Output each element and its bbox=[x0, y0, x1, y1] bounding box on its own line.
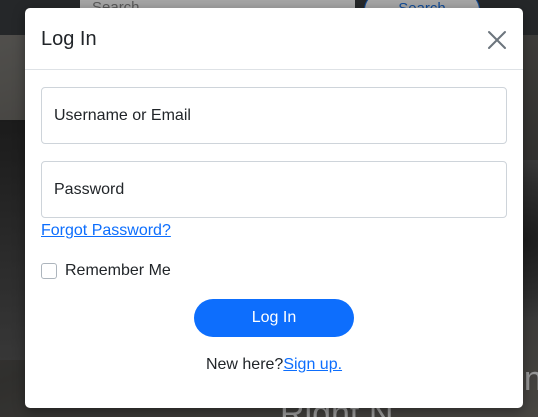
remember-me-label[interactable]: Remember Me bbox=[65, 262, 171, 280]
password-field bbox=[41, 161, 507, 218]
new-here-text: New here? bbox=[205, 356, 284, 373]
signup-prompt: New here?Sign up. bbox=[25, 356, 523, 374]
remember-me-checkbox[interactable] bbox=[41, 263, 57, 279]
modal-title: Log In bbox=[41, 28, 97, 50]
login-button[interactable]: Log In bbox=[194, 299, 354, 337]
password-input[interactable] bbox=[42, 162, 506, 217]
username-field bbox=[41, 87, 507, 144]
username-input[interactable] bbox=[42, 88, 506, 143]
close-button[interactable] bbox=[487, 30, 507, 50]
modal-header: Log In bbox=[25, 8, 523, 70]
login-modal: Log In Forgot Password? Remember Me Log … bbox=[25, 8, 523, 408]
sign-up-link[interactable]: Sign up. bbox=[283, 356, 342, 373]
remember-me-row[interactable]: Remember Me bbox=[41, 261, 171, 281]
close-icon bbox=[488, 31, 506, 49]
forgot-password-link[interactable]: Forgot Password? bbox=[41, 222, 171, 240]
